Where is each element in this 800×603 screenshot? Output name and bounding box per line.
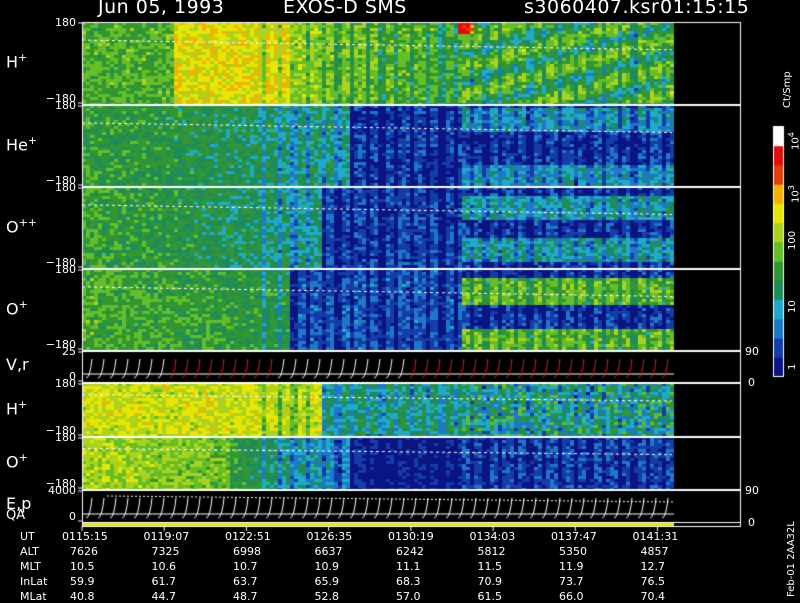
footer-cell: 7325 — [151, 545, 180, 558]
footer-cell: 48.7 — [233, 590, 258, 603]
colorbar-label: 104 — [787, 132, 800, 150]
footer-cell: 10.6 — [151, 560, 177, 573]
y-tick-label: 180 — [55, 263, 76, 276]
y-tick-label: 180 — [55, 181, 76, 194]
panel-label-species: O — [6, 216, 19, 236]
panel-label-species: V,r — [6, 354, 29, 374]
header-instrument: EXOS-D SMS — [283, 0, 407, 18]
side-stamp: Feb-01 2AA32L — [786, 521, 797, 597]
header-time: 01:15:15 — [660, 0, 750, 18]
footer-row-label: InLat — [20, 575, 48, 588]
footer-cell: 11.1 — [396, 560, 421, 573]
footer-cell: 59.9 — [70, 575, 95, 588]
panel-label-species: H — [6, 52, 19, 72]
panel-label-species: H — [6, 398, 19, 418]
right-tick-label: 0 — [748, 376, 755, 389]
panel-label: O++ — [6, 216, 37, 236]
colorbar-unit: Ct/Smp — [782, 71, 793, 108]
colorbar-label: 1 — [787, 363, 798, 370]
footer-cell: 70.9 — [477, 575, 503, 588]
panel-label: H+ — [6, 51, 27, 71]
footer-cell: 44.7 — [151, 590, 177, 603]
footer-cell: 66.0 — [559, 590, 584, 603]
y-tick-label: 0 — [69, 510, 76, 523]
y-tick-label: 4000 — [48, 484, 76, 497]
panel-label-charge: + — [18, 297, 28, 311]
panel-label-charge: + — [27, 133, 38, 147]
footer-cell: 10.7 — [233, 560, 258, 573]
panel-label: He+ — [6, 134, 37, 154]
spectrogram-canvas — [0, 0, 800, 600]
qa-label: QA — [6, 508, 26, 523]
footer-cell: 0119:07 — [143, 530, 190, 543]
y-tick-label: 180 — [55, 431, 76, 444]
footer-cell: 0115:15 — [62, 530, 108, 543]
footer-cell: 6637 — [314, 545, 343, 558]
y-tick-label: 180 — [55, 16, 76, 29]
footer-cell: 12.7 — [640, 560, 666, 573]
footer-cell: 0141:31 — [632, 530, 679, 543]
footer-cell: 76.5 — [640, 575, 666, 588]
panel-label: O+ — [6, 298, 28, 318]
y-tick-label: 180 — [55, 377, 76, 390]
y-tick-label: 180 — [55, 99, 76, 112]
footer-cell: 73.7 — [559, 575, 584, 588]
header-date: Jun 05, 1993 — [98, 0, 225, 18]
footer-cell: 40.8 — [70, 590, 95, 603]
footer-cell: 65.9 — [314, 575, 340, 588]
footer-cell: 10.9 — [314, 560, 340, 573]
footer-cell: 68.3 — [396, 575, 421, 588]
footer-cell: 5350 — [559, 545, 587, 558]
footer-cell: 6242 — [396, 545, 424, 558]
colorbar-label: 100 — [787, 230, 798, 250]
panel-label-species: He — [6, 134, 28, 154]
panel-label-charge: ++ — [18, 215, 38, 229]
footer-cell: 0122:51 — [225, 530, 271, 543]
footer-cell: 70.4 — [640, 590, 666, 603]
footer-cell: 52.8 — [314, 590, 340, 603]
footer-cell: 6998 — [233, 545, 261, 558]
footer-cell: 7626 — [70, 545, 98, 558]
footer-cell: 11.5 — [477, 560, 503, 573]
panel-label-species: O — [6, 298, 19, 318]
right-tick-label: 90 — [745, 484, 759, 497]
right-tick-label: 0 — [748, 516, 755, 529]
y-tick-label: 25 — [62, 345, 76, 358]
colorbar-label: 103 — [787, 185, 800, 203]
footer-cell: 0137:47 — [551, 530, 597, 543]
footer-row-label: MLT — [20, 560, 41, 573]
footer-cell: 11.9 — [559, 560, 584, 573]
header-file: s3060407.ksr — [524, 0, 660, 18]
footer-cell: 57.0 — [396, 590, 421, 603]
panel-label: H+ — [6, 398, 27, 418]
footer-cell: 63.7 — [233, 575, 258, 588]
plot-stage: Jun 05, 1993 EXOS-D SMS s3060407.ksr 01:… — [0, 0, 800, 603]
footer-cell: 0130:19 — [388, 530, 434, 543]
footer-cell: 4857 — [640, 545, 669, 558]
panel-label: O+ — [6, 451, 28, 471]
footer-cell: 61.7 — [151, 575, 177, 588]
footer-cell: 0126:35 — [306, 530, 353, 543]
footer-cell: 61.5 — [477, 590, 503, 603]
panel-label-charge: + — [18, 451, 28, 464]
right-tick-label: 90 — [745, 345, 759, 358]
colorbar-label: 10 — [787, 300, 798, 313]
footer-cell: 10.5 — [70, 560, 95, 573]
footer-row-label: MLat — [20, 590, 47, 603]
panel-label: V,r — [6, 355, 29, 374]
footer-row-label: ALT — [20, 545, 39, 558]
panel-label-charge: + — [18, 51, 28, 64]
footer-cell: 5812 — [477, 545, 506, 558]
panel-label-charge: + — [18, 397, 28, 411]
panel-label-species: O — [6, 452, 19, 472]
footer-cell: 0134:03 — [469, 530, 516, 543]
